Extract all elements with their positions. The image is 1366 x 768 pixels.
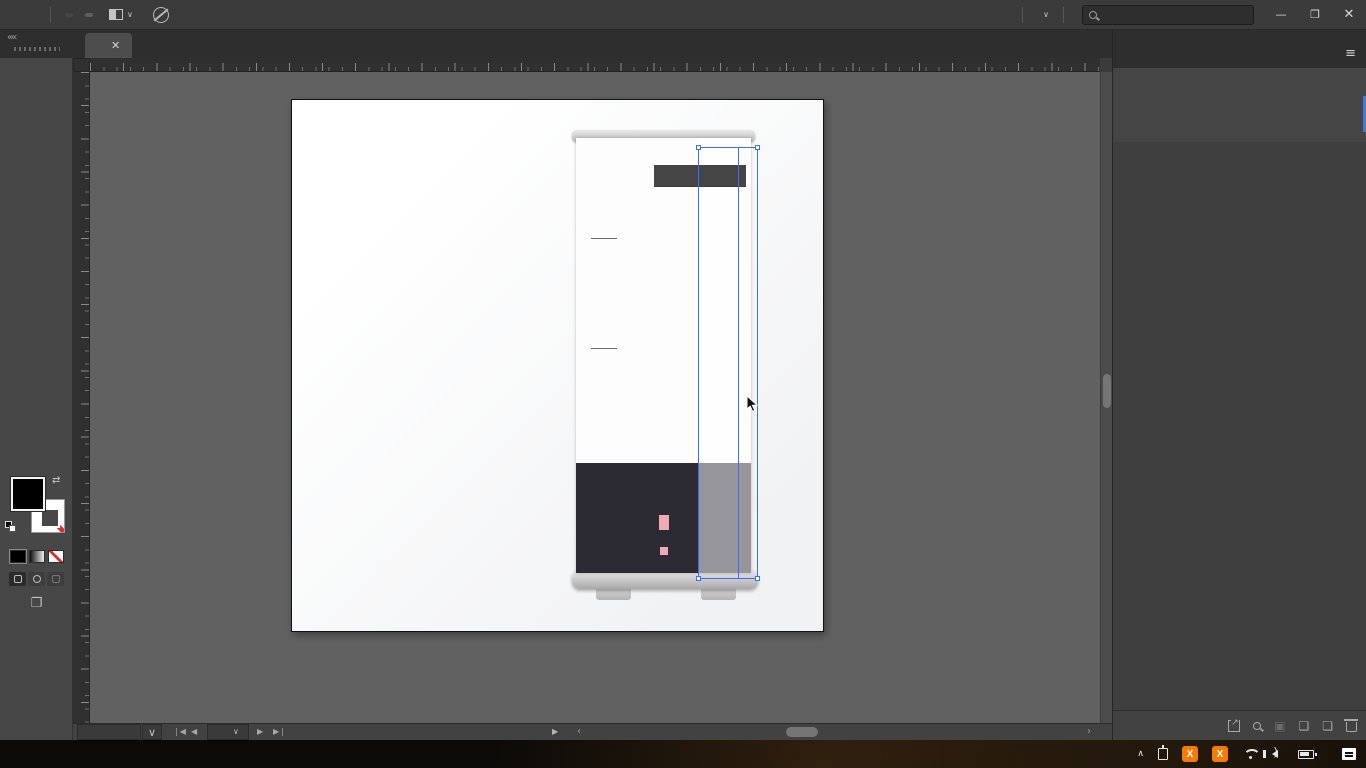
layers-panel-footer: ▣ ❏ ❏	[1113, 710, 1366, 740]
tray-expand-icon[interactable]: ∧	[1137, 749, 1144, 759]
fill-color-swatch[interactable]	[11, 477, 45, 511]
gradient-button[interactable]	[29, 550, 45, 563]
draw-normal-button[interactable]	[9, 572, 26, 586]
close-button[interactable]: ✕	[1332, 0, 1366, 30]
banner-footer-subtitle[interactable]	[576, 514, 751, 532]
color-mode-buttons	[0, 550, 73, 563]
banner-footer-note[interactable]	[576, 539, 751, 557]
chevron-down-icon: ∨	[127, 10, 133, 19]
selection-handle[interactable]	[755, 576, 760, 581]
panel-tabs	[1113, 30, 1366, 68]
bridge-button[interactable]	[65, 13, 73, 17]
artboard-number-field[interactable]	[207, 724, 249, 740]
none-button[interactable]	[48, 550, 64, 563]
banner-foot[interactable]	[701, 588, 736, 600]
drawing-mode-buttons	[0, 572, 73, 586]
collapse-panel-icon[interactable]: ««	[7, 32, 15, 43]
adobe-stock-search[interactable]	[1082, 5, 1254, 25]
vertical-ruler[interactable]	[73, 72, 90, 723]
rollup-banner-artwork[interactable]	[576, 138, 751, 573]
locate-object-icon[interactable]	[1253, 722, 1261, 730]
system-tray: ∧ X X	[1137, 746, 1366, 762]
search-icon	[1089, 11, 1097, 19]
draw-behind-button[interactable]	[28, 572, 45, 586]
workspace-switcher[interactable]: ∨	[1031, 10, 1055, 19]
color-button[interactable]	[10, 550, 26, 563]
horizontal-ruler[interactable]	[90, 58, 1100, 72]
clipping-mask-icon[interactable]: ▣	[1274, 719, 1285, 733]
vertical-scrollbar[interactable]	[1100, 72, 1112, 723]
light-vertical-strip[interactable]	[698, 138, 751, 573]
first-artboard-button[interactable]: ❘◀	[173, 724, 186, 740]
toolbar-grip[interactable]	[14, 47, 60, 51]
divider-dash	[591, 238, 617, 239]
panel-menu-icon[interactable]: ≡	[1345, 46, 1356, 61]
divider	[1063, 7, 1064, 23]
selected-path-edge	[738, 147, 739, 579]
illustrator-window: ∨ ∨ — ❐ ✕ «« ✕ ⇄	[0, 0, 1366, 768]
share-icon[interactable]	[153, 7, 169, 23]
battery-icon[interactable]	[1298, 750, 1314, 759]
windows-taskbar: ∧ X X	[0, 740, 1366, 768]
xampp-icon[interactable]: X	[1182, 746, 1198, 762]
collect-for-export-icon[interactable]	[1228, 720, 1240, 732]
swap-fill-stroke-icon[interactable]: ⇄	[52, 475, 60, 486]
change-screen-mode-button[interactable]: ❐	[0, 596, 73, 611]
panel-dock: ≡ ▣ ❏ ❏	[1112, 30, 1366, 740]
layers-empty-area	[1113, 142, 1366, 710]
titlebar: ∨ ∨ — ❐ ✕	[0, 0, 1366, 30]
divider	[1022, 7, 1023, 23]
scroll-right-icon[interactable]: ›	[1087, 724, 1091, 740]
artboard[interactable]	[291, 99, 824, 632]
close-document-icon[interactable]: ✕	[111, 39, 120, 52]
tools-panel: ⇄ ❐	[0, 58, 73, 740]
ruler-origin-corner[interactable]	[73, 58, 90, 72]
action-center-icon[interactable]	[1342, 748, 1356, 760]
yucoding-logo[interactable]	[654, 165, 746, 189]
new-layer-icon[interactable]: ❏	[1322, 719, 1333, 733]
mouse-cursor	[746, 396, 759, 414]
delete-layer-icon[interactable]	[1346, 722, 1357, 732]
scroll-left-icon[interactable]: ‹	[577, 724, 581, 740]
horizontal-scroll-thumb[interactable]	[786, 727, 818, 737]
selection-handle[interactable]	[696, 145, 701, 150]
minimize-button[interactable]: —	[1264, 0, 1298, 30]
arrange-documents-icon	[109, 9, 123, 20]
arrange-documents-button[interactable]: ∨	[109, 9, 133, 20]
selection-handle[interactable]	[755, 145, 760, 150]
document-tab-bar: «« ✕	[0, 30, 1112, 58]
zoom-dropdown-icon[interactable]: ∨	[142, 724, 162, 740]
last-artboard-button[interactable]: ▶❘	[273, 724, 286, 740]
stock-button[interactable]	[85, 13, 93, 17]
status-flyout-icon[interactable]: ▶	[552, 724, 558, 740]
xampp-icon[interactable]: X	[1212, 746, 1228, 762]
next-artboard-button[interactable]: ▶	[257, 724, 263, 740]
usb-device-icon[interactable]	[1158, 748, 1168, 760]
zoom-level-field[interactable]	[77, 724, 141, 740]
divider-dash	[591, 348, 617, 349]
wifi-icon[interactable]	[1242, 749, 1258, 760]
restore-button[interactable]: ❐	[1298, 0, 1332, 30]
draw-inside-button[interactable]	[47, 572, 64, 586]
volume-icon[interactable]	[1272, 750, 1278, 758]
artboard-dropdown-icon[interactable]: ∨	[233, 724, 239, 740]
canvas[interactable]	[90, 72, 1100, 723]
banner-foot[interactable]	[596, 588, 631, 600]
vertical-scroll-thumb[interactable]	[1103, 374, 1111, 408]
chevron-down-icon: ∨	[1043, 10, 1049, 19]
previous-artboard-button[interactable]: ◀	[191, 724, 197, 740]
status-bar: ∨ ❘◀ ◀ ∨ ▶ ▶❘ ▶ ‹ ›	[73, 723, 1112, 740]
fill-stroke-control: ⇄	[0, 473, 73, 545]
tools-grid	[0, 58, 72, 62]
default-fill-stroke-icon[interactable]	[5, 521, 17, 533]
new-sublayer-icon[interactable]: ❏	[1298, 719, 1309, 733]
selection-handle[interactable]	[696, 576, 701, 581]
logo-prefix	[697, 175, 703, 176]
divider	[50, 7, 51, 23]
search-input[interactable]	[1102, 9, 1256, 21]
document-tab[interactable]: ✕	[85, 33, 132, 58]
